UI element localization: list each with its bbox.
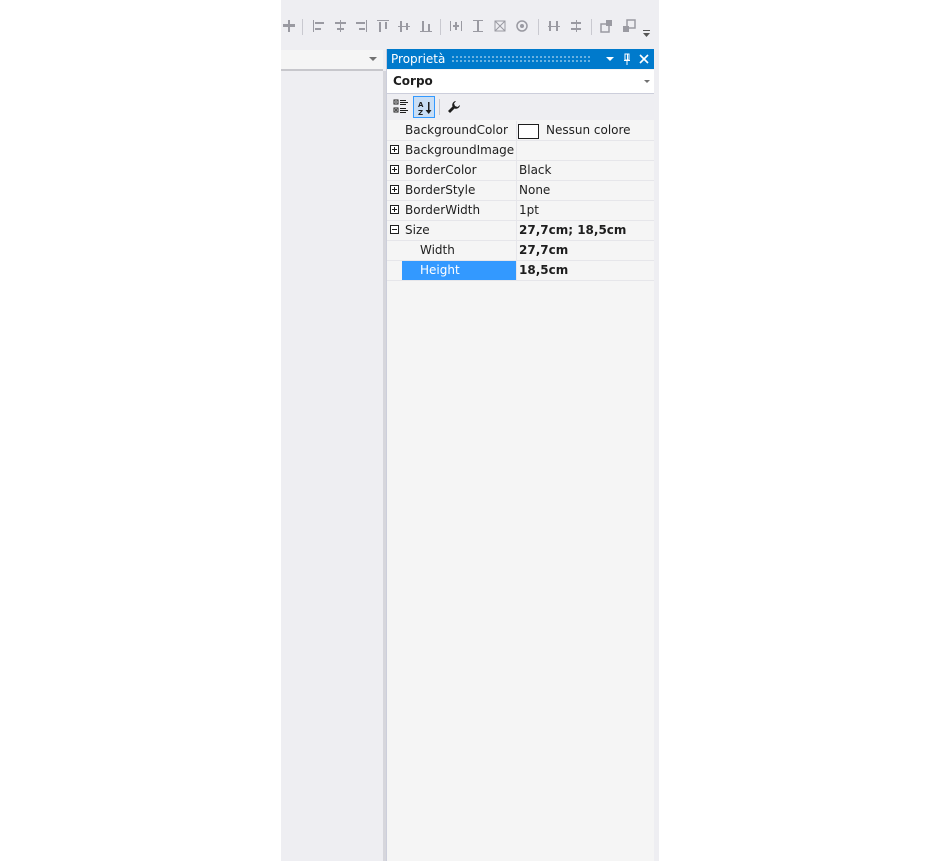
- make-same-size-icon[interactable]: [492, 18, 508, 34]
- property-value[interactable]: 27,7cm; 18,5cm: [519, 223, 626, 237]
- property-row-borderwidth[interactable]: BorderWidth 1pt: [387, 201, 654, 221]
- svg-text:Z: Z: [418, 109, 423, 116]
- align-tops-icon[interactable]: [375, 18, 391, 34]
- size-to-grid-icon[interactable]: [514, 18, 530, 34]
- pin-icon[interactable]: [619, 51, 635, 67]
- object-selector[interactable]: Corpo: [387, 70, 654, 94]
- property-row-bordercolor[interactable]: BorderColor Black: [387, 161, 654, 181]
- property-value[interactable]: Nessun colore: [546, 123, 631, 137]
- property-pages-button[interactable]: [443, 96, 465, 118]
- property-name: Height: [402, 261, 517, 280]
- expand-plus-icon[interactable]: [390, 165, 399, 174]
- make-same-height-icon[interactable]: [470, 18, 486, 34]
- property-name: BorderStyle: [405, 183, 476, 197]
- property-value[interactable]: 1pt: [519, 203, 539, 217]
- property-row-size[interactable]: Size 27,7cm; 18,5cm: [387, 221, 654, 241]
- svg-text:A: A: [418, 101, 424, 109]
- chevron-down-icon[interactable]: [644, 80, 650, 83]
- properties-panel: Proprietà Corpo A Z BackgroundColor Ness…: [386, 49, 654, 861]
- property-row-width[interactable]: Width 27,7cm: [387, 241, 654, 261]
- expand-plus-icon[interactable]: [390, 205, 399, 214]
- expand-plus-icon[interactable]: [390, 185, 399, 194]
- property-row-height[interactable]: Height 18,5cm: [387, 261, 654, 281]
- panel-title: Proprietà: [391, 52, 446, 66]
- color-swatch: [518, 124, 539, 139]
- property-row-backgroundimage[interactable]: BackgroundImage: [387, 141, 654, 161]
- selected-object-name: Corpo: [393, 74, 433, 88]
- property-name: BackgroundImage: [405, 143, 514, 157]
- window-position-icon[interactable]: [602, 51, 618, 67]
- align-rights-icon[interactable]: [353, 18, 369, 34]
- horizontal-spacing-icon[interactable]: [546, 18, 562, 34]
- align-middles-icon[interactable]: [396, 18, 412, 34]
- properties-toolbar: A Z: [387, 94, 654, 120]
- close-icon[interactable]: [636, 51, 652, 67]
- vertical-spacing-icon[interactable]: [568, 18, 584, 34]
- editor-tab-strip: [281, 50, 383, 71]
- layout-toolbar: [281, 0, 659, 46]
- alphabetical-button[interactable]: A Z: [413, 96, 435, 118]
- bring-to-front-icon[interactable]: [599, 18, 615, 34]
- property-grid: BackgroundColor Nessun colore Background…: [387, 121, 654, 281]
- make-same-width-icon[interactable]: [448, 18, 464, 34]
- property-value[interactable]: None: [519, 183, 550, 197]
- properties-titlebar[interactable]: Proprietà: [387, 49, 654, 69]
- wrench-icon: [448, 101, 460, 113]
- drag-grip[interactable]: [451, 55, 591, 63]
- property-name: Width: [420, 243, 455, 257]
- align-bottoms-icon[interactable]: [418, 18, 434, 34]
- categorized-button[interactable]: [390, 96, 412, 118]
- property-name: BackgroundColor: [405, 123, 508, 137]
- align-to-grid-icon[interactable]: [281, 18, 297, 34]
- property-row-backgroundcolor[interactable]: BackgroundColor Nessun colore: [387, 121, 654, 141]
- categorized-icon: [393, 99, 408, 113]
- property-name: BorderWidth: [405, 203, 481, 217]
- collapse-minus-icon[interactable]: [390, 225, 399, 234]
- property-value[interactable]: Black: [519, 163, 551, 177]
- expand-plus-icon[interactable]: [390, 145, 399, 154]
- report-designer-surface[interactable]: [281, 71, 383, 861]
- property-name: Size: [405, 223, 430, 237]
- alphabetical-icon: A Z: [418, 101, 432, 116]
- property-name: BorderColor: [405, 163, 477, 177]
- property-row-borderstyle[interactable]: BorderStyle None: [387, 181, 654, 201]
- toolbar-overflow-icon[interactable]: [642, 26, 652, 38]
- property-value[interactable]: 27,7cm: [519, 243, 568, 257]
- align-centers-icon[interactable]: [332, 18, 348, 34]
- align-lefts-icon[interactable]: [311, 18, 327, 34]
- ide-window: Proprietà Corpo A Z BackgroundColor Ness…: [281, 0, 659, 861]
- property-value[interactable]: 18,5cm: [519, 263, 568, 277]
- send-to-back-icon[interactable]: [621, 18, 637, 34]
- chevron-down-icon[interactable]: [369, 57, 377, 61]
